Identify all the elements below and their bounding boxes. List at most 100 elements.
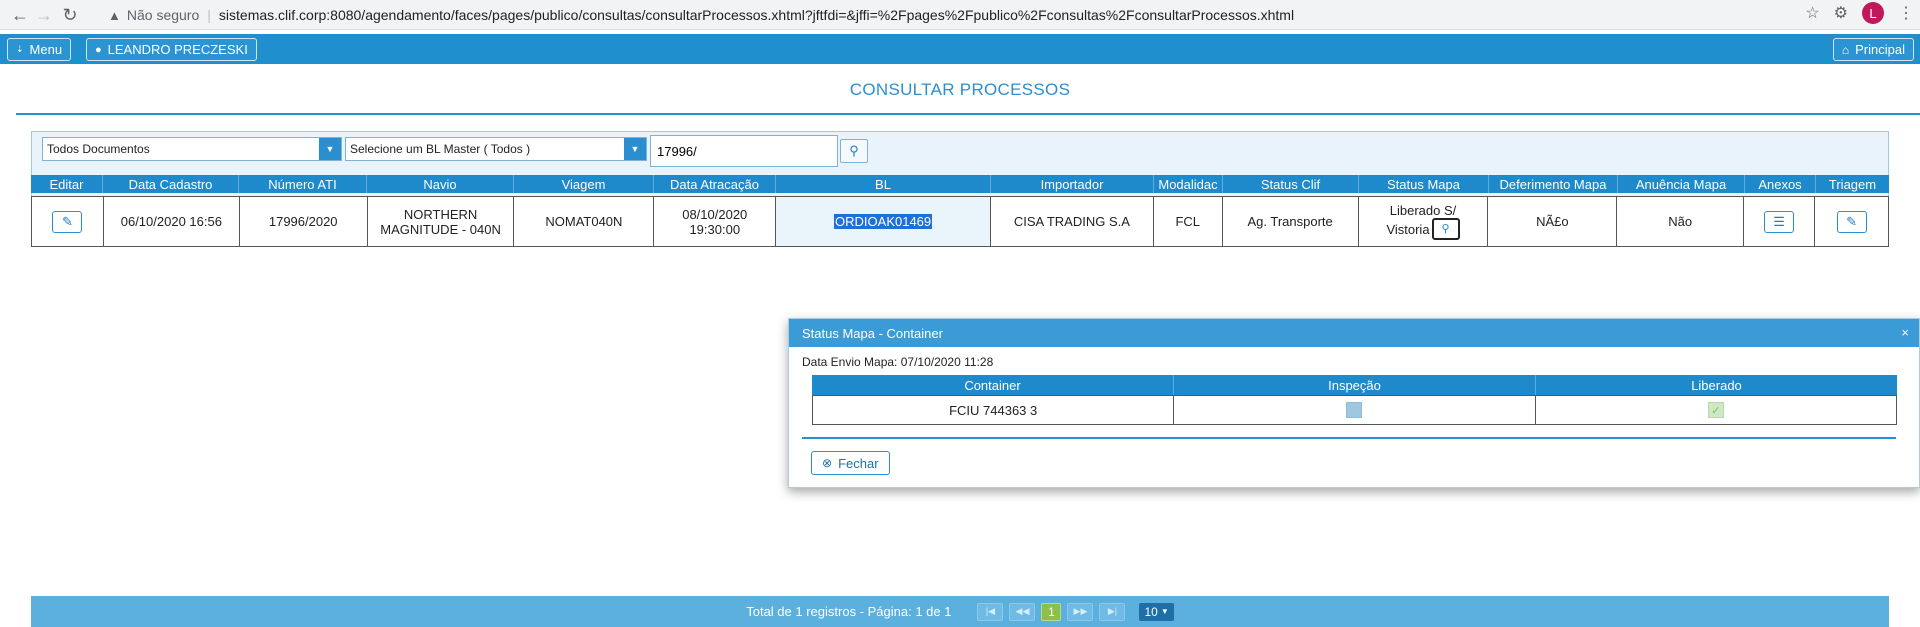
dropdown-arrow-icon[interactable]: ▼ xyxy=(624,138,646,160)
reload-icon[interactable]: ↻ xyxy=(56,1,84,29)
user-button-label: LEANDRO PRECZESKI xyxy=(107,42,248,57)
chevron-down-icon: ▼ xyxy=(1160,607,1169,616)
col-numero-ati[interactable]: Número ATI xyxy=(239,175,367,193)
cell-data-cadastro: 06/10/2020 16:56 xyxy=(104,197,240,246)
col-triagem[interactable]: Triagem xyxy=(1816,175,1889,193)
col-anuencia-mapa[interactable]: Anuência Mapa xyxy=(1618,175,1745,193)
cell-anuencia: Não xyxy=(1617,197,1745,246)
principal-button-label: Principal xyxy=(1855,42,1905,57)
first-page-icon[interactable]: |◀ xyxy=(977,602,1004,621)
col-navio[interactable]: Navio xyxy=(367,175,514,193)
inspecao-checkbox xyxy=(1346,402,1363,418)
pencil-icon: ✎ xyxy=(1846,214,1857,229)
list-icon: ☰ xyxy=(1773,214,1785,229)
search-button[interactable]: ⚲ xyxy=(840,139,868,163)
col-bl[interactable]: BL xyxy=(776,175,991,193)
close-circle-icon: ⊗ xyxy=(822,456,833,470)
status-mapa-details-button[interactable]: ⚲ xyxy=(1431,218,1460,240)
warning-icon: ▲ xyxy=(108,7,121,23)
cell-numero-ati: 17996/2020 xyxy=(240,197,368,246)
cell-container: FCIU 744363 3 xyxy=(813,396,1175,424)
col-importador[interactable]: Importador xyxy=(991,175,1154,193)
address-bar[interactable]: ▲ Não seguro | sistemas.clif.corp:8080/a… xyxy=(108,2,1788,28)
bl-master-select[interactable]: Selecione um BL Master ( Todos ) ▼ xyxy=(345,137,647,161)
bl-master-value: Selecione um BL Master ( Todos ) xyxy=(350,142,531,156)
previous-page-icon[interactable]: ◀◀ xyxy=(1009,602,1036,621)
col-data-atracacao[interactable]: Data Atracação xyxy=(654,175,776,193)
col-liberado: Liberado xyxy=(1691,377,1742,393)
fechar-label: Fechar xyxy=(838,455,879,471)
dialog-divider xyxy=(802,437,1896,439)
data-envio-mapa: Data Envio Mapa: 07/10/2020 11:28 xyxy=(802,355,994,369)
cell-modalidade: FCL xyxy=(1154,197,1223,246)
extensions-icon[interactable]: ⚙ xyxy=(1834,3,1848,23)
table-row: FCIU 744363 3 ✓ xyxy=(812,395,1897,425)
col-inspecao: Inspeção xyxy=(1174,375,1536,395)
close-icon[interactable]: × xyxy=(1901,325,1909,340)
cell-status-clif: Ag. Transporte xyxy=(1223,197,1359,246)
edit-button[interactable]: ✎ xyxy=(52,210,83,233)
col-anexos[interactable]: Anexos xyxy=(1745,175,1816,193)
cell-navio: NORTHERN MAGNITUDE - 040N xyxy=(368,197,515,246)
home-icon: ⌂ xyxy=(1841,42,1850,57)
rows-per-page-value: 10 xyxy=(1144,604,1158,619)
document-type-select[interactable]: Todos Documentos ▼ xyxy=(42,137,342,161)
search-icon: ⚲ xyxy=(1441,222,1450,235)
col-data-cadastro[interactable]: Data Cadastro xyxy=(103,175,239,193)
cell-status-mapa: Liberado S/ Vistoria ⚲ xyxy=(1359,197,1489,246)
cell-bl: ORDIOAK01469 xyxy=(776,197,991,246)
status-mapa-dialog: Status Mapa - Container × Data Envio Map… xyxy=(788,318,1920,488)
triagem-edit-button[interactable]: ✎ xyxy=(1836,210,1867,233)
cell-data-atracacao: 08/10/2020 19:30:00 xyxy=(654,197,777,246)
navio-line-2: MAGNITUDE - 040N xyxy=(380,221,501,237)
more-options-icon[interactable]: ⋮ xyxy=(1898,3,1914,23)
menu-button-label: Menu xyxy=(29,42,63,57)
page-number-button[interactable]: 1 xyxy=(1041,602,1062,621)
rows-per-page-select[interactable]: 10 ▼ xyxy=(1139,602,1174,621)
dialog-title-bar[interactable]: Status Mapa - Container × xyxy=(789,319,1919,347)
last-page-icon[interactable]: ▶| xyxy=(1099,602,1126,621)
cell-importador: CISA TRADING S.A xyxy=(991,197,1154,246)
forward-arrow-icon[interactable]: → xyxy=(30,1,58,29)
container-table-header: Container Inspeção Liberado xyxy=(812,375,1897,395)
next-page-icon[interactable]: ▶▶ xyxy=(1067,602,1094,621)
profile-avatar[interactable]: L xyxy=(1862,2,1884,24)
page-title: CONSULTAR PROCESSOS xyxy=(849,80,1071,99)
pencil-icon: ✎ xyxy=(62,214,73,229)
pagination-summary: Total de 1 registros - Página: 1 de 1 xyxy=(746,604,952,619)
table-row: ✎ 06/10/2020 16:56 17996/2020 NORTHERN M… xyxy=(31,196,1889,247)
container-table: Container Inspeção Liberado FCIU 744363 … xyxy=(812,375,1897,425)
omnibox-divider: | xyxy=(207,7,211,23)
pagination-bar: Total de 1 registros - Página: 1 de 1 |◀… xyxy=(31,596,1889,627)
security-label: Não seguro xyxy=(126,7,200,23)
bookmark-star-icon[interactable]: ☆ xyxy=(1805,3,1819,23)
atracacao-time: 19:30:00 xyxy=(689,221,741,237)
dialog-title: Status Mapa - Container xyxy=(802,325,943,341)
cell-anexos: ☰ xyxy=(1744,197,1816,246)
atracacao-date: 08/10/2020 xyxy=(682,206,748,222)
col-status-mapa[interactable]: Status Mapa xyxy=(1359,175,1489,193)
attachments-button[interactable]: ☰ xyxy=(1764,210,1795,233)
col-editar[interactable]: Editar xyxy=(31,175,103,193)
col-status-clif[interactable]: Status Clif xyxy=(1223,175,1359,193)
results-table-header: Editar Data Cadastro Número ATI Navio Vi… xyxy=(31,175,1889,193)
principal-button[interactable]: ⌂ Principal xyxy=(1832,38,1914,61)
cell-deferimento: NÃ£o xyxy=(1488,197,1618,246)
col-deferimento-mapa[interactable]: Deferimento Mapa xyxy=(1489,175,1618,193)
col-modalidade[interactable]: Modalidac xyxy=(1154,175,1223,193)
cell-liberado: ✓ xyxy=(1536,396,1896,424)
navio-line-1: NORTHERN xyxy=(403,206,478,222)
dropdown-arrow-icon[interactable]: ▼ xyxy=(319,138,341,160)
process-search-input[interactable] xyxy=(650,135,838,167)
cell-inspecao xyxy=(1174,396,1536,424)
user-button[interactable]: ● LEANDRO PRECZESKI xyxy=(86,38,257,61)
search-icon: ⚲ xyxy=(849,143,859,158)
col-viagem[interactable]: Viagem xyxy=(514,175,654,193)
fechar-button[interactable]: ⊗ Fechar xyxy=(811,451,890,475)
menu-button[interactable]: ⇣ Menu xyxy=(7,38,72,61)
url-text[interactable]: sistemas.clif.corp:8080/agendamento/face… xyxy=(219,7,1294,23)
cell-viagem: NOMAT040N xyxy=(514,197,655,246)
status-mapa-line-1: Liberado S/ xyxy=(1389,203,1457,218)
bl-value[interactable]: ORDIOAK01469 xyxy=(834,214,933,229)
col-container: Container xyxy=(812,375,1174,395)
